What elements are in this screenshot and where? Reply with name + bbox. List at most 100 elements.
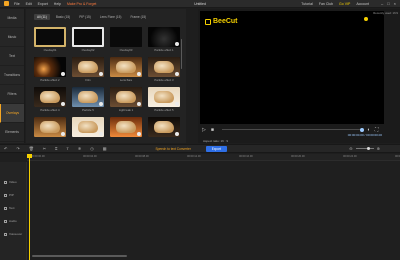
zoom-knob[interactable] — [366, 146, 370, 150]
tab-lens-flare[interactable]: Lens Flare (15) — [97, 14, 125, 20]
overlay-thumbnail[interactable] — [72, 27, 104, 47]
download-badge-icon[interactable] — [175, 132, 179, 136]
speech-to-text[interactable]: Speech to text Converter — [156, 147, 191, 151]
split-icon[interactable]: ✂ — [43, 146, 46, 151]
overlay-thumbnail[interactable] — [34, 27, 66, 47]
watermark-handle[interactable] — [364, 17, 368, 21]
crop-icon[interactable]: ⌗ — [55, 146, 57, 151]
close-icon[interactable]: × — [394, 1, 396, 6]
maximize-icon[interactable]: □ — [387, 1, 389, 6]
overlay-item[interactable] — [72, 117, 104, 143]
overlay-thumbnail[interactable] — [110, 27, 142, 47]
tab-pip[interactable]: PIP (15) — [76, 14, 94, 20]
track-pip[interactable]: PIP — [4, 193, 14, 197]
timeline-scrollbar[interactable] — [32, 255, 127, 257]
overlay-thumbnail[interactable] — [34, 117, 66, 137]
sidebar-item-media[interactable]: Media — [0, 9, 24, 28]
playback-progress[interactable] — [221, 127, 364, 132]
overlay-thumbnail[interactable] — [34, 57, 66, 77]
tab-basic[interactable]: Basic (15) — [53, 14, 73, 20]
overlay-thumbnail[interactable] — [148, 87, 180, 107]
text-icon[interactable]: T — [66, 146, 68, 151]
zoom-in-icon[interactable]: ⊕ — [377, 146, 380, 151]
stop-icon[interactable]: ■ — [211, 127, 214, 133]
minimize-icon[interactable]: – — [381, 1, 383, 6]
tab-frame[interactable]: Frame (15) — [127, 14, 149, 20]
download-badge-icon[interactable] — [137, 102, 141, 106]
sidebar-item-text[interactable]: Text — [0, 47, 24, 66]
overlay-item[interactable]: Particle effect 2 — [34, 57, 66, 83]
zoom-out-icon[interactable]: ⊖ — [349, 146, 352, 151]
overlay-item[interactable] — [148, 117, 180, 143]
sidebar-item-transitions[interactable]: Transitions — [0, 66, 24, 85]
timeline-ruler[interactable]: 00:00:00.00 00:00:04.00 00:00:08.00 00:00:1… — [27, 154, 400, 161]
overlay-thumbnail[interactable] — [148, 57, 180, 77]
menu-promo[interactable]: Make Pro & Forget — [67, 2, 96, 6]
overlay-item[interactable] — [34, 117, 66, 143]
download-badge-icon[interactable] — [175, 42, 179, 46]
download-badge-icon[interactable] — [175, 102, 179, 106]
overlay-item[interactable]: Film — [72, 57, 104, 83]
tab-all[interactable]: All (11) — [34, 14, 50, 20]
overlay-item[interactable]: Overlay03 — [110, 27, 142, 53]
sidebar-item-elements[interactable]: Elements — [0, 123, 24, 142]
download-badge-icon[interactable] — [137, 72, 141, 76]
overlay-item[interactable] — [110, 117, 142, 143]
overlay-item[interactable]: Overlay02 — [72, 27, 104, 53]
overlay-thumbnail[interactable] — [72, 87, 104, 107]
fan-club-link[interactable]: Fan Club — [319, 2, 333, 6]
overlay-item[interactable]: Lens flare — [110, 57, 142, 83]
zoom-slider[interactable] — [355, 146, 374, 150]
menu-help[interactable]: Help — [54, 2, 61, 6]
menu-edit[interactable]: Edit — [26, 2, 32, 6]
overlay-item[interactable]: Particle effect 4 — [34, 87, 66, 113]
overlay-item[interactable]: Overlay01 — [34, 27, 66, 53]
sidebar-item-music[interactable]: Music — [0, 28, 24, 47]
overlay-thumbnail[interactable] — [148, 117, 180, 137]
overlay-item[interactable]: Light leak 1 — [110, 87, 142, 113]
aspect-ratio[interactable]: Aspect ratio: 16 : 9 — [203, 139, 228, 143]
track-text[interactable]: Text — [4, 206, 15, 210]
overlay-thumbnail[interactable] — [110, 87, 142, 107]
volume-icon[interactable]: ◖ — [367, 127, 370, 133]
overlay-item[interactable]: Particle effect 5 — [148, 87, 180, 113]
freeze-icon[interactable]: ❄ — [78, 146, 81, 151]
redo-icon[interactable]: ↷ — [16, 146, 19, 151]
download-badge-icon[interactable] — [175, 72, 179, 76]
sidebar-item-overlays[interactable]: Overlays — [0, 104, 24, 123]
download-badge-icon[interactable] — [61, 72, 65, 76]
undo-icon[interactable]: ↶ — [4, 146, 7, 151]
overlay-item[interactable]: Particle 5 — [72, 87, 104, 113]
overlay-thumbnail[interactable] — [148, 27, 180, 47]
delete-icon[interactable]: 🗑 — [29, 146, 34, 151]
menu-export[interactable]: Export — [38, 2, 48, 6]
download-badge-icon[interactable] — [99, 72, 103, 76]
download-badge-icon[interactable] — [137, 132, 141, 136]
speed-icon[interactable]: ◷ — [90, 146, 94, 151]
playhead-handle[interactable] — [27, 154, 32, 158]
tutorial-link[interactable]: Tutorial — [301, 2, 313, 6]
track-voiceover[interactable]: Voiceover — [4, 232, 22, 236]
overlay-thumbnail[interactable] — [110, 57, 142, 77]
overlay-item[interactable]: Particle effect 3 — [148, 57, 180, 83]
overlay-item[interactable]: Particle effect 1 — [148, 27, 180, 53]
media-scrollbar[interactable] — [180, 39, 182, 69]
menu-file[interactable]: File — [14, 2, 20, 6]
play-icon[interactable]: ▷ — [202, 127, 206, 133]
download-badge-icon[interactable] — [61, 132, 65, 136]
progress-knob[interactable] — [359, 127, 364, 132]
export-button[interactable]: Export — [205, 145, 227, 152]
track-video[interactable]: Video — [4, 180, 17, 184]
mosaic-icon[interactable]: ▦ — [103, 146, 107, 151]
track-audio[interactable]: Audio — [4, 219, 17, 223]
fullscreen-icon[interactable]: ⛶ — [375, 127, 379, 133]
download-badge-icon[interactable] — [99, 102, 103, 106]
download-badge-icon[interactable] — [61, 102, 65, 106]
overlay-thumbnail[interactable] — [72, 117, 104, 137]
overlay-thumbnail[interactable] — [110, 117, 142, 137]
account-link[interactable]: Account — [356, 2, 369, 6]
overlay-thumbnail[interactable] — [34, 87, 66, 107]
go-vip-link[interactable]: Go VIP — [339, 2, 350, 6]
download-badge-icon[interactable] — [99, 132, 103, 136]
overlay-thumbnail[interactable] — [72, 57, 104, 77]
